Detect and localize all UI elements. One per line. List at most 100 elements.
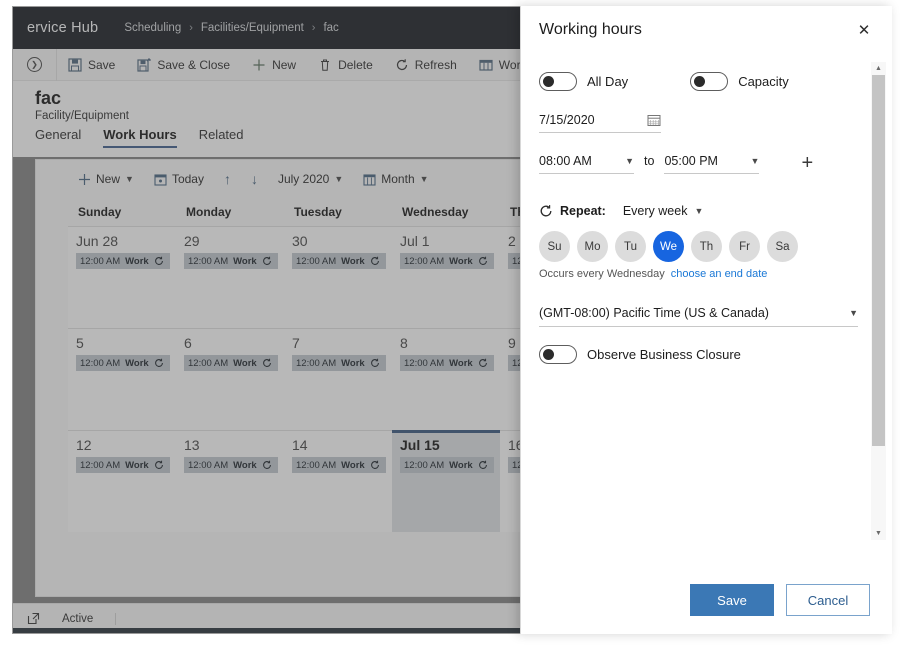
tab-related[interactable]: Related (199, 127, 244, 148)
calendar-event-chip[interactable]: 12:00 AM Work (292, 457, 386, 473)
weekday-su[interactable]: Su (539, 231, 570, 262)
delete-button[interactable]: Delete (307, 49, 384, 81)
open-in-new-icon[interactable] (27, 612, 40, 625)
new-button[interactable]: New (241, 49, 307, 81)
dialog-footer: Save Cancel (521, 566, 892, 634)
occurs-text: Occurs every Wednesday (539, 268, 665, 280)
weekday-th[interactable]: Th (691, 231, 722, 262)
chevron-down-icon[interactable]: ▼ (694, 206, 703, 216)
status-badge: Active (62, 612, 117, 625)
capacity-switch[interactable] (690, 72, 729, 91)
recurrence-icon (262, 256, 272, 266)
tab-work-hours[interactable]: Work Hours (103, 127, 178, 148)
save-and-close-button[interactable]: Save & Close (126, 49, 241, 81)
save-and-close-label: Save & Close (157, 57, 231, 72)
save-button-label: Save (88, 57, 116, 72)
calendar-event-chip[interactable]: 12:00 AM Work (292, 253, 386, 269)
calendar-day-cell[interactable]: 29 12:00 AM Work (176, 227, 284, 328)
scroll-down-icon[interactable]: ▼ (871, 527, 886, 540)
weekday-mo[interactable]: Mo (577, 231, 608, 262)
calendar-day-cell[interactable]: 7 12:00 AM Work (284, 329, 392, 430)
business-closure-switch[interactable] (539, 345, 577, 364)
date-input[interactable]: 7/15/2020 (539, 113, 661, 133)
tab-general[interactable]: General (35, 127, 81, 148)
calendar-event-chip[interactable]: 12:00 AM Work (76, 457, 170, 473)
chip-time: 12:00 AM (188, 459, 229, 471)
breadcrumb-item-scheduling[interactable]: Scheduling (124, 22, 181, 34)
calendar-day-cell[interactable]: 8 12:00 AM Work (392, 329, 500, 430)
choose-end-date-link[interactable]: choose an end date (671, 268, 768, 280)
calendar-icon[interactable] (647, 113, 661, 127)
chip-time: 12:00 AM (80, 357, 121, 369)
breadcrumb-item-fac[interactable]: fac (323, 22, 338, 34)
dialog-cancel-button[interactable]: Cancel (786, 584, 870, 616)
calendar-event-chip[interactable]: 12:00 AM Work (76, 253, 170, 269)
calendar-event-chip[interactable]: 12:00 AM Work (400, 457, 494, 473)
calendar-event-chip[interactable]: 12:00 AM Work (76, 355, 170, 371)
repeat-value[interactable]: Every week (623, 204, 688, 218)
dialog-save-button[interactable]: Save (690, 584, 774, 616)
calendar-today-button[interactable]: Today (144, 164, 214, 194)
calendar-day-cell[interactable]: 6 12:00 AM Work (176, 329, 284, 430)
chip-title: Work (125, 357, 149, 369)
refresh-button[interactable]: Refresh (384, 49, 468, 81)
chip-time: 12:00 AM (296, 357, 337, 369)
recurrence-icon (262, 358, 272, 368)
recurrence-icon (370, 460, 380, 470)
calendar-day-cell-today[interactable]: Jul 15 12:00 AM Work (392, 430, 500, 532)
calendar-day-cell[interactable]: Jul 1 12:00 AM Work (392, 227, 500, 328)
calendar-next-button[interactable]: ↓ (241, 164, 268, 194)
start-time-input[interactable]: 08:00 AM ▼ (539, 154, 634, 174)
chip-title: Work (233, 255, 257, 267)
calendar-day-cell[interactable]: 14 12:00 AM Work (284, 431, 392, 532)
chip-title: Work (233, 459, 257, 471)
weekday-tu[interactable]: Tu (615, 231, 646, 262)
business-closure-toggle[interactable]: Observe Business Closure (539, 345, 858, 364)
capacity-toggle[interactable]: Capacity (690, 72, 789, 91)
calendar-event-chip[interactable]: 12:00 AM Work (400, 355, 494, 371)
breadcrumb-item-facilities[interactable]: Facilities/Equipment (201, 22, 304, 34)
dialog-body: All Day Capacity 7/15/2020 08:00 AM ▼ to… (521, 54, 892, 566)
all-day-switch[interactable] (539, 72, 577, 91)
timezone-select[interactable]: (GMT-08:00) Pacific Time (US & Canada) ▼ (539, 306, 858, 327)
save-button[interactable]: Save (57, 49, 126, 81)
calendar-day-cell[interactable]: 5 12:00 AM Work (68, 329, 176, 430)
calendar-period-selector[interactable]: July 2020 ▼ (268, 164, 353, 194)
calendar-event-chip[interactable]: 12:00 AM Work (292, 355, 386, 371)
calendar-date-label: Jun 28 (76, 233, 119, 249)
weekday-fr[interactable]: Fr (729, 231, 760, 262)
calendar-view-selector[interactable]: Month ▼ (353, 164, 438, 194)
scrollbar-thumb[interactable] (872, 75, 885, 446)
date-row: 7/15/2020 (539, 113, 858, 133)
calendar-date-label: 29 (184, 233, 200, 249)
close-icon[interactable]: ✕ (850, 16, 878, 44)
recurrence-icon (154, 358, 164, 368)
chevron-down-icon: ▼ (849, 308, 858, 318)
all-day-toggle[interactable]: All Day (539, 72, 628, 91)
calendar-day-cell[interactable]: 12 12:00 AM Work (68, 431, 176, 532)
scrollbar-track[interactable] (871, 75, 886, 527)
chip-time: 12:00 AM (188, 357, 229, 369)
calendar-event-chip[interactable]: 12:00 AM Work (400, 253, 494, 269)
calendar-new-label: New (96, 172, 121, 186)
weekday-sa[interactable]: Sa (767, 231, 798, 262)
chevron-down-icon: ▼ (125, 174, 134, 184)
end-time-input[interactable]: 05:00 PM ▼ (664, 154, 760, 174)
calendar-prev-button[interactable]: ↑ (214, 164, 241, 194)
calendar-new-button[interactable]: New ▼ (68, 164, 144, 194)
scroll-up-icon[interactable]: ▲ (871, 62, 886, 75)
calendar-day-cell[interactable]: 13 12:00 AM Work (176, 431, 284, 532)
calendar-day-cell[interactable]: 30 12:00 AM Work (284, 227, 392, 328)
calendar-day-cell[interactable]: Jun 28 12:00 AM Work (68, 227, 176, 328)
calendar-event-chip[interactable]: 12:00 AM Work (184, 253, 278, 269)
dialog-scrollbar[interactable]: ▲ ▼ (871, 62, 886, 540)
timezone-row: (GMT-08:00) Pacific Time (US & Canada) ▼ (539, 306, 858, 327)
save-icon (68, 57, 82, 72)
screenshot-root: ervice Hub Scheduling › Facilities/Equip… (0, 0, 904, 651)
calendar-event-chip[interactable]: 12:00 AM Work (184, 355, 278, 371)
back-chevron-icon: ❯ (27, 57, 42, 72)
back-button[interactable]: ❯ (13, 48, 57, 81)
weekday-we[interactable]: We (653, 231, 684, 262)
calendar-event-chip[interactable]: 12:00 AM Work (184, 457, 278, 473)
add-time-range-button[interactable]: + (801, 153, 813, 173)
